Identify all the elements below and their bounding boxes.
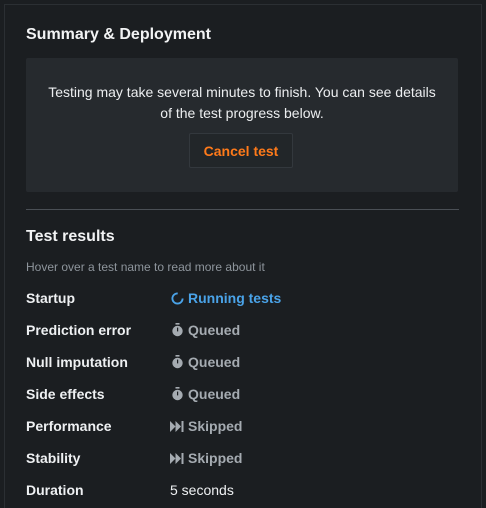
test-status: Queued — [170, 354, 240, 370]
test-name[interactable]: Stability — [26, 450, 80, 466]
stopwatch-icon — [170, 355, 184, 369]
test-name[interactable]: Performance — [26, 418, 112, 434]
status-label: Queued — [188, 322, 241, 338]
test-row-performance: Performance Skipped — [26, 418, 456, 438]
test-name[interactable]: Side effects — [26, 386, 105, 402]
duration-label: Duration — [26, 482, 84, 498]
test-row-null-imputation: Null imputation Queued — [26, 354, 456, 374]
test-status: Skipped — [170, 450, 242, 466]
stopwatch-icon — [170, 323, 184, 337]
test-name[interactable]: Startup — [26, 290, 75, 306]
skip-forward-icon — [170, 451, 184, 465]
test-row-stability: Stability Skipped — [26, 450, 456, 470]
test-status: Queued — [170, 386, 240, 402]
test-row-side-effects: Side effects Queued — [26, 386, 456, 406]
test-results-title: Test results — [26, 228, 115, 245]
test-name[interactable]: Prediction error — [26, 322, 131, 338]
test-row-prediction-error: Prediction error Queued — [26, 322, 456, 342]
section-title: Summary & Deployment — [26, 26, 211, 43]
test-status: Running tests — [170, 290, 281, 306]
notice-line-2: of the test progress below. — [160, 105, 324, 121]
status-label: Skipped — [188, 450, 243, 466]
testing-notice: Testing may take several minutes to fini… — [26, 58, 458, 192]
status-label: Running tests — [188, 290, 282, 306]
notice-text: Testing may take several minutes to fini… — [26, 82, 458, 124]
divider — [26, 209, 459, 210]
test-status: Queued — [170, 322, 240, 338]
status-label: Queued — [188, 386, 241, 402]
stopwatch-icon — [170, 387, 184, 401]
notice-line-1: Testing may take several minutes to fini… — [48, 84, 436, 100]
status-label: Skipped — [188, 418, 243, 434]
duration-value: 5 seconds — [170, 482, 234, 498]
test-row-startup: Startup Running tests — [26, 290, 456, 310]
test-name[interactable]: Null imputation — [26, 354, 128, 370]
summary-deployment-panel: Summary & Deployment Testing may take se… — [4, 4, 482, 508]
test-results-hint: Hover over a test name to read more abou… — [26, 260, 265, 274]
spinner-icon — [170, 291, 184, 305]
test-row-duration: Duration 5 seconds — [26, 482, 456, 502]
skip-forward-icon — [170, 419, 184, 433]
cancel-test-button[interactable]: Cancel test — [189, 133, 293, 168]
test-status: Skipped — [170, 418, 242, 434]
status-label: Queued — [188, 354, 241, 370]
